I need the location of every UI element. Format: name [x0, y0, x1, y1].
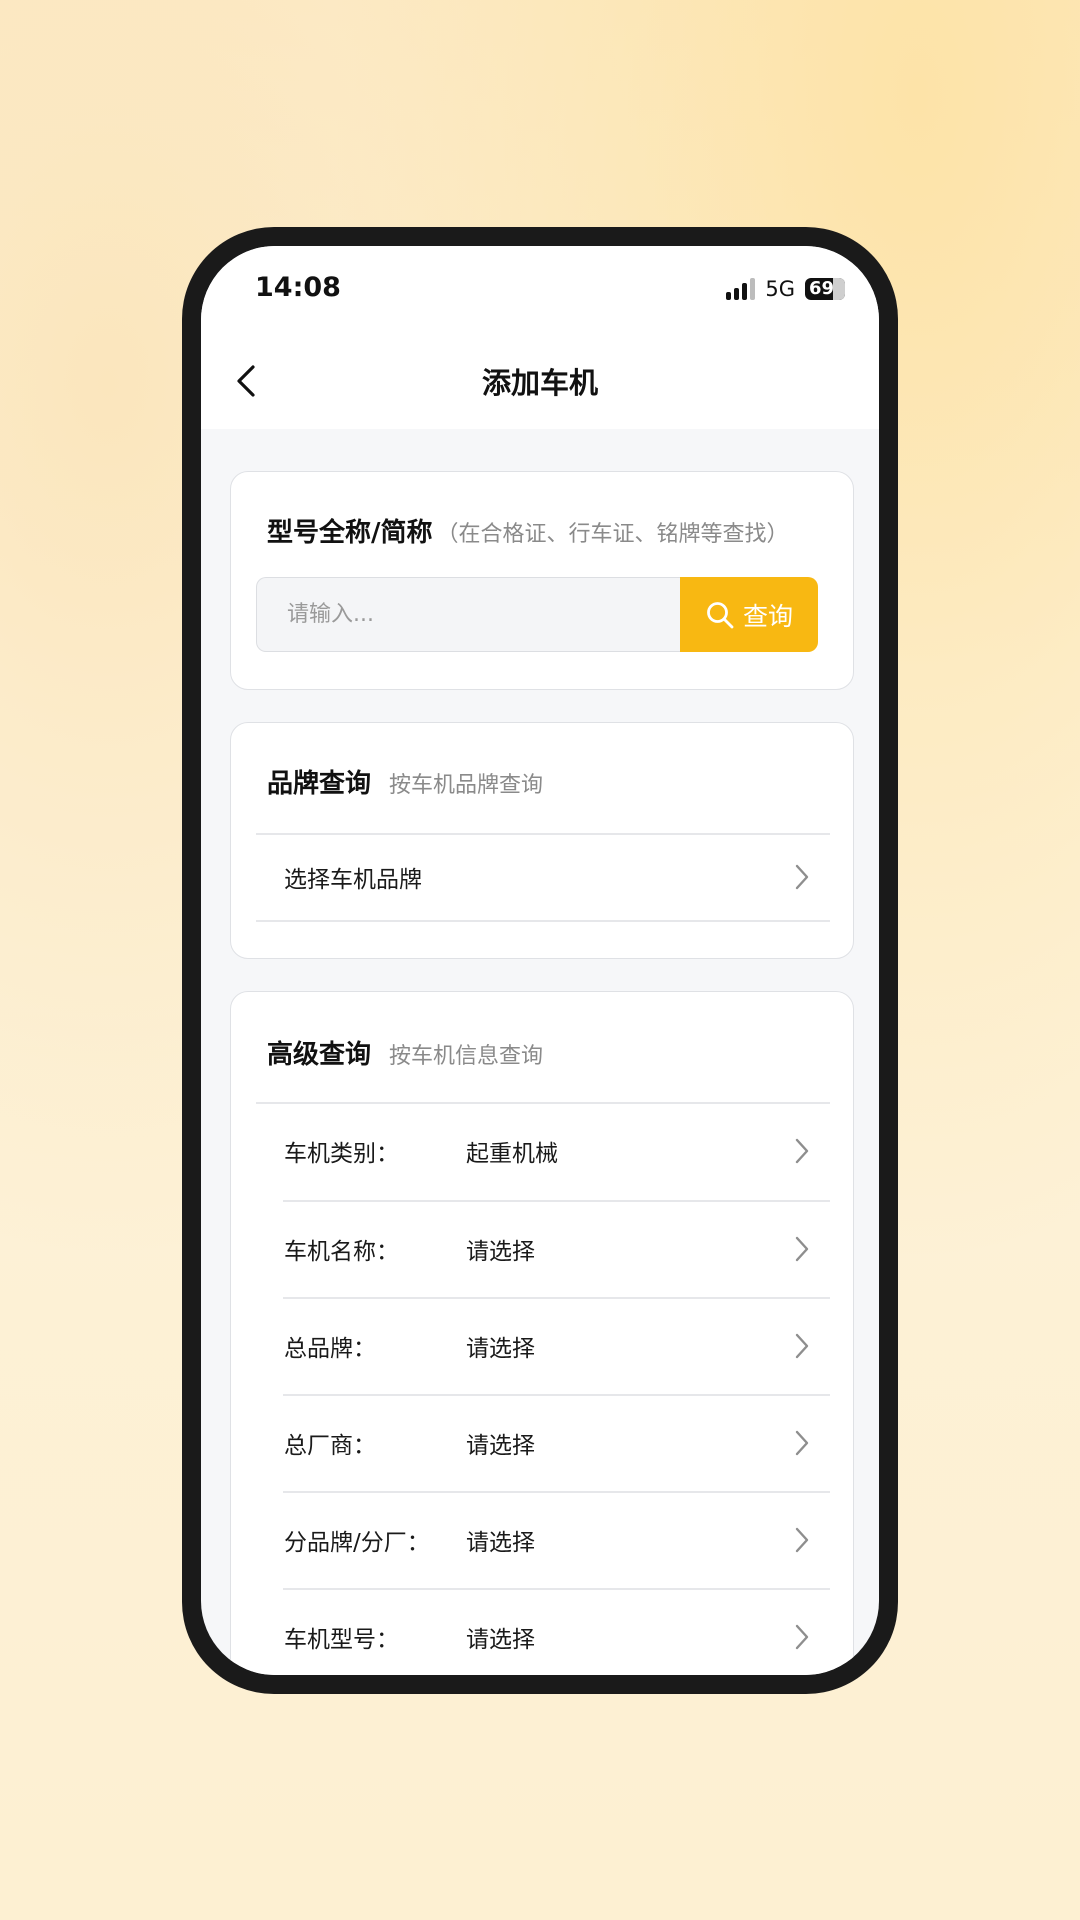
search-button-label: 查询: [742, 601, 793, 631]
chevron-right-icon: [790, 1136, 814, 1166]
chevron-right-icon: [790, 1234, 814, 1264]
model-search-title: 型号全称/简称: [267, 518, 433, 548]
navigation-bar: 添加车机: [201, 336, 879, 429]
advanced-query-subtitle: 按车机信息查询: [389, 1044, 544, 1069]
field-row-vehicle-name[interactable]: 车机名称： 请选择: [284, 1201, 814, 1297]
chevron-right-icon: [790, 1428, 814, 1458]
advanced-query-title: 高级查询: [267, 1040, 372, 1070]
brand-select-label: 选择车机品牌: [284, 867, 422, 893]
model-search-hint: （在合格证、行车证、铭牌等查找）: [436, 522, 789, 547]
advanced-query-header: 高级查询 按车机信息查询: [267, 1034, 543, 1071]
field-row-sub-brand[interactable]: 分品牌/分厂： 请选择: [284, 1492, 814, 1588]
chevron-right-icon: [790, 1622, 814, 1652]
phone-frame: 14:08 5G 69 添加车机 型号全称/简称 （在合格证、行车证、铭牌等查找…: [182, 227, 898, 1694]
chevron-right-icon: [790, 1525, 814, 1555]
field-label: 分品牌/分厂：: [284, 1530, 430, 1556]
field-value: 请选择: [466, 1627, 535, 1653]
app-screen: 14:08 5G 69 添加车机 型号全称/简称 （在合格证、行车证、铭牌等查找…: [201, 246, 879, 1675]
battery-icon: 69: [805, 278, 845, 300]
status-indicators: 5G 69: [726, 274, 845, 304]
brand-query-title: 品牌查询: [267, 769, 372, 799]
chevron-right-icon: [790, 1331, 814, 1361]
brand-query-subtitle: 按车机品牌查询: [389, 773, 544, 798]
brand-select-row[interactable]: 选择车机品牌: [284, 834, 814, 920]
field-label: 车机类别：: [284, 1141, 399, 1167]
field-value: 请选择: [466, 1530, 535, 1556]
brand-query-card: 品牌查询 按车机品牌查询 选择车机品牌: [230, 722, 854, 959]
field-value: 请选择: [466, 1239, 535, 1265]
field-label: 总品牌：: [284, 1336, 376, 1362]
signal-icon: [726, 278, 756, 300]
field-value: 起重机械: [466, 1141, 558, 1167]
network-type: 5G: [765, 277, 795, 301]
search-icon: [707, 601, 734, 628]
field-value: 请选择: [466, 1336, 535, 1362]
divider: [256, 920, 830, 922]
field-value: 请选择: [466, 1433, 535, 1459]
field-row-vehicle-category[interactable]: 车机类别： 起重机械: [284, 1103, 814, 1199]
field-label: 车机名称：: [284, 1239, 399, 1265]
status-bar: 14:08 5G 69: [201, 246, 879, 336]
brand-query-header: 品牌查询 按车机品牌查询: [267, 763, 543, 800]
field-row-vehicle-model[interactable]: 车机型号： 请选择: [284, 1589, 814, 1675]
model-search-header: 型号全称/简称 （在合格证、行车证、铭牌等查找）: [267, 512, 789, 549]
search-button[interactable]: 查询: [680, 577, 818, 652]
field-row-main-manufacturer[interactable]: 总厂商： 请选择: [284, 1395, 814, 1491]
advanced-query-card: 高级查询 按车机信息查询 车机类别： 起重机械 车机名称： 请选择 总品牌： 请…: [230, 991, 854, 1675]
battery-level: 69: [809, 278, 835, 299]
field-label: 车机型号：: [284, 1627, 399, 1653]
model-search-card: 型号全称/简称 （在合格证、行车证、铭牌等查找） 查询: [230, 471, 854, 690]
field-label: 总厂商：: [284, 1433, 376, 1459]
chevron-right-icon: [790, 862, 814, 892]
model-search-input[interactable]: [256, 577, 680, 652]
status-time: 14:08: [255, 272, 341, 303]
page-title: 添加车机: [481, 366, 598, 400]
search-row: 查询: [256, 577, 818, 652]
field-row-main-brand[interactable]: 总品牌： 请选择: [284, 1298, 814, 1394]
